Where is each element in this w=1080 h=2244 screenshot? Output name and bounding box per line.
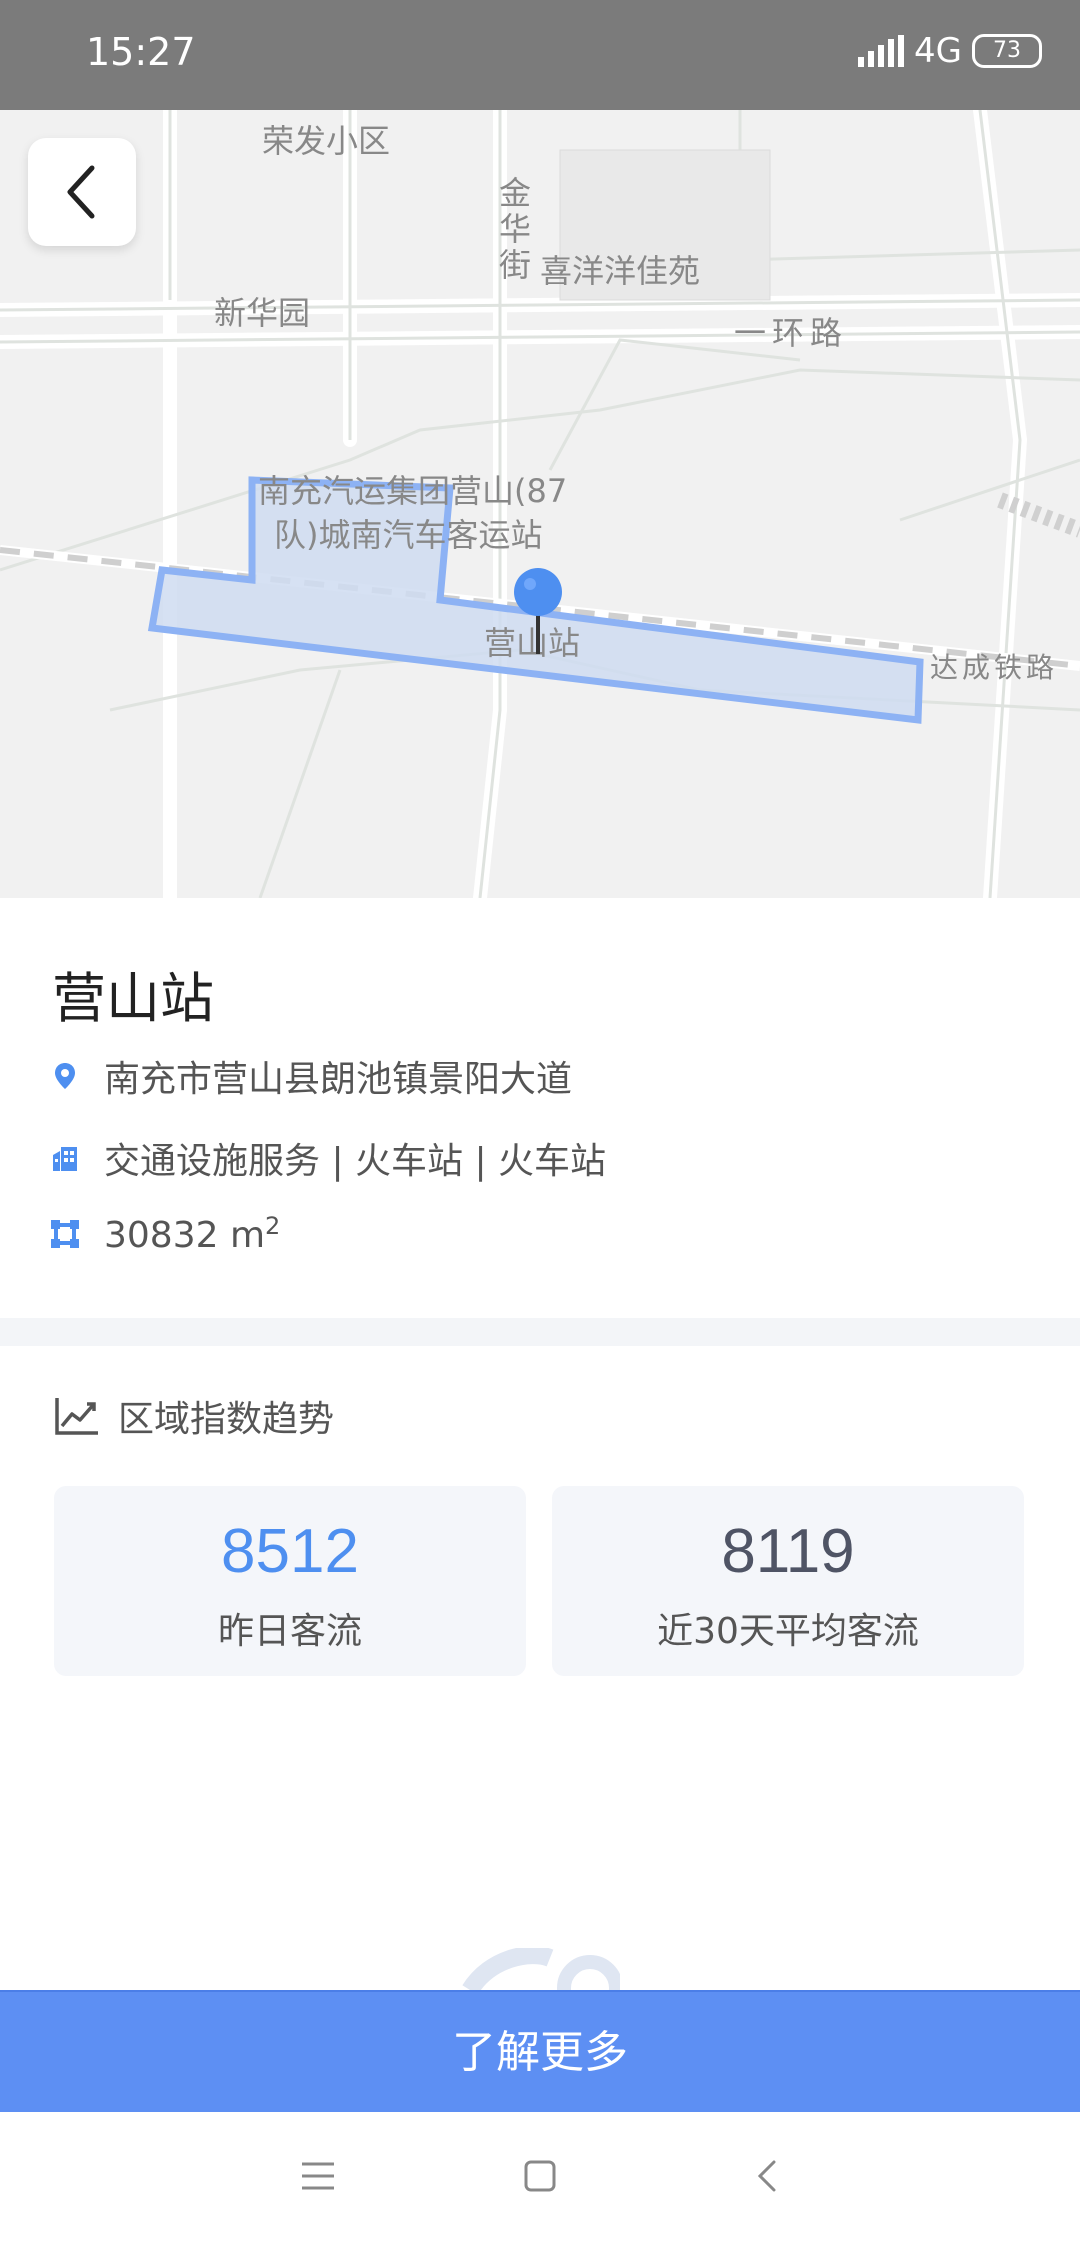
location-icon: [55, 1063, 75, 1089]
stat-value: 8512: [221, 1517, 359, 1586]
trend-chart-icon: [55, 1398, 98, 1435]
area-row: 30832 m2: [50, 1212, 280, 1256]
section-divider: [0, 1318, 1080, 1346]
area-icon: [51, 1220, 79, 1248]
stat-card-yesterday[interactable]: 8512 昨日客流: [54, 1486, 526, 1676]
battery-icon: 73: [972, 34, 1042, 68]
back-button[interactable]: [28, 138, 136, 246]
map-label-bus-1: 南充汽运集团营山(87: [258, 472, 568, 510]
status-icons: 4G 73: [858, 34, 1042, 68]
map-label-xiyang: 喜洋洋佳苑: [540, 252, 701, 290]
map-label-rongfa: 荣发小区: [262, 122, 391, 160]
status-time: 15:27: [86, 30, 196, 74]
status-bar: 15:27 4G 73: [0, 0, 1080, 110]
area-value: 30832 m: [104, 1215, 266, 1256]
trend-title-text: 区域指数趋势: [118, 1399, 335, 1440]
network-type: 4G: [914, 31, 962, 71]
trend-section-title: 区域指数趋势: [54, 1390, 334, 1442]
stat-label: 昨日客流: [217, 1611, 362, 1652]
place-area: 30832 m2: [104, 1212, 280, 1256]
category-row: 交通设施服务 | 火车站 | 火车站: [50, 1132, 606, 1184]
place-info: 营山站 南充市营山县朗池镇景阳大道 交通设施服务 | 火车站 | 火车站 308…: [0, 898, 1080, 1318]
map-view[interactable]: 荣发小区 金华街 喜洋洋佳苑 新华园 一环路 南充汽运集团营山(87 队)城南汽…: [0, 110, 1080, 898]
area-unit-superscript: 2: [265, 1212, 281, 1240]
learn-more-button[interactable]: 了解更多: [0, 1990, 1080, 2114]
nav-back-icon[interactable]: [748, 2156, 788, 2196]
map-label-dacheng: 达成铁路: [930, 651, 1059, 684]
place-name: 营山站: [52, 967, 214, 1030]
back-arrow-icon: [67, 165, 95, 219]
system-nav-bar: [0, 2112, 1080, 2244]
stat-label: 近30天平均客流: [657, 1611, 919, 1652]
menu-icon[interactable]: [298, 2156, 338, 2196]
map-label-bus-2: 队)城南汽车客运站: [274, 516, 543, 554]
address-row: 南充市营山县朗池镇景阳大道: [50, 1050, 572, 1102]
stat-value: 8119: [721, 1517, 855, 1586]
signal-icon: [858, 35, 905, 67]
stat-card-30day-average[interactable]: 8119 近30天平均客流: [552, 1486, 1024, 1676]
watermark-logo: [462, 1948, 620, 1990]
map-label-xinhua: 新华园: [214, 294, 311, 332]
home-square-icon[interactable]: [520, 2156, 560, 2196]
location-pin-icon[interactable]: [510, 566, 566, 656]
building-icon: [53, 1147, 77, 1171]
map-label-yihuan: 一环路: [734, 314, 849, 352]
place-address: 南充市营山县朗池镇景阳大道: [104, 1059, 573, 1100]
map-label-jinhua: 金华街: [494, 176, 532, 284]
place-category: 交通设施服务 | 火车站 | 火车站: [104, 1141, 607, 1182]
